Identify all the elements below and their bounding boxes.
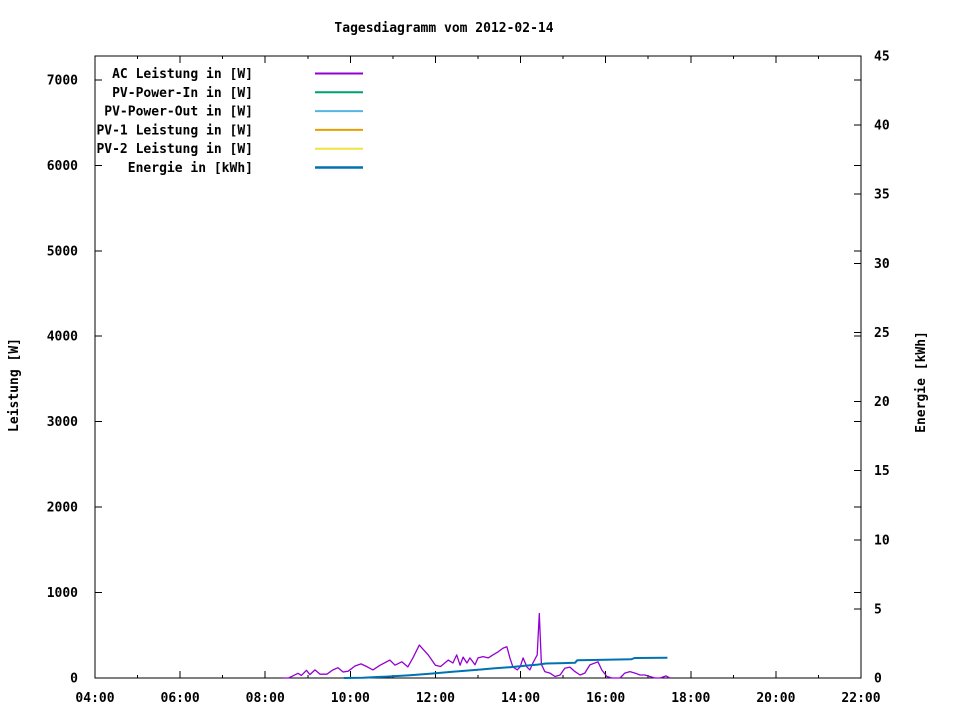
x-tick-label: 18:00: [671, 691, 710, 706]
y-tick-label: 3000: [47, 415, 78, 430]
y2-tick-label: 25: [874, 326, 890, 341]
y-tick-label: 0: [70, 672, 78, 687]
y2-tick-label: 10: [874, 533, 890, 548]
y-tick-label: 6000: [47, 159, 78, 174]
legend-label: PV-Power-Out in [W]: [104, 105, 253, 120]
y2-tick-label: 15: [874, 464, 890, 479]
y-tick-label: 4000: [47, 330, 78, 345]
y2-tick-label: 40: [874, 119, 890, 134]
legend-label: AC Leistung in [W]: [112, 67, 253, 82]
y-tick-label: 7000: [47, 73, 78, 88]
x-tick-label: 16:00: [586, 691, 625, 706]
y-tick-label: 1000: [47, 586, 78, 601]
y2-tick-label: 20: [874, 395, 890, 410]
y2-tick-label: 0: [874, 672, 882, 687]
x-tick-label: 06:00: [161, 691, 200, 706]
x-tick-label: 08:00: [246, 691, 285, 706]
y-tick-label: 2000: [47, 501, 78, 516]
day-diagram-chart: Tagesdiagramm vom 2012-02-14 Leistung [W…: [0, 0, 960, 720]
x-tick-label: 14:00: [501, 691, 540, 706]
x-tick-label: 04:00: [75, 691, 114, 706]
y2-tick-label: 45: [874, 50, 890, 65]
y2-tick-label: 35: [874, 188, 890, 203]
y2-tick-label: 30: [874, 257, 890, 272]
y2-axis-label: Energie [kWh]: [914, 331, 929, 433]
legend-label: PV-Power-In in [W]: [112, 86, 253, 101]
x-tick-label: 22:00: [841, 691, 880, 706]
chart-title: Tagesdiagramm vom 2012-02-14: [334, 21, 553, 36]
y-axis-label: Leistung [W]: [7, 338, 22, 432]
y-tick-label: 5000: [47, 244, 78, 259]
x-tick-label: 20:00: [756, 691, 795, 706]
x-tick-label: 10:00: [331, 691, 370, 706]
legend-label: PV-1 Leistung in [W]: [96, 123, 253, 138]
legend-label: Energie in [kWh]: [128, 161, 253, 176]
x-tick-label: 12:00: [416, 691, 455, 706]
legend-label: PV-2 Leistung in [W]: [96, 142, 253, 157]
y2-tick-label: 5: [874, 602, 882, 617]
